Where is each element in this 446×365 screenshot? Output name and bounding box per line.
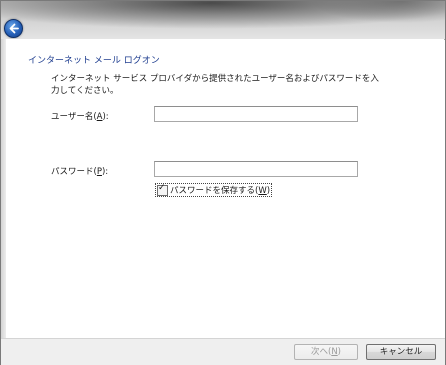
button-bar: 次へ(N) キャンセル <box>1 338 445 365</box>
save-password-checkbox[interactable]: ✓ <box>157 182 168 196</box>
checkmark-icon: ✓ <box>158 182 166 193</box>
back-arrow-icon <box>9 23 19 34</box>
username-field[interactable] <box>154 106 358 122</box>
back-button[interactable] <box>4 19 23 38</box>
save-password-option[interactable]: ✓ パスワードを保存する(W) <box>155 182 273 197</box>
next-button[interactable]: 次へ(N) <box>294 344 358 360</box>
logon-dialog: インターネット メール ログオン インターネット サービス プロバイダから提供さ… <box>0 0 446 365</box>
password-label: パスワード(P): <box>51 167 109 177</box>
titlebar <box>1 1 445 40</box>
cancel-button[interactable]: キャンセル <box>366 344 436 360</box>
instructions-text: インターネット サービス プロバイダから提供されたユーザー名およびパスワードを入… <box>51 74 379 96</box>
page-title: インターネット メール ログオン <box>28 56 160 66</box>
password-field[interactable] <box>154 161 358 177</box>
username-label: ユーザー名(A): <box>51 112 109 122</box>
content-area: インターネット メール ログオン インターネット サービス プロバイダから提供さ… <box>6 39 444 338</box>
save-password-label[interactable]: パスワードを保存する(W) <box>170 184 270 196</box>
